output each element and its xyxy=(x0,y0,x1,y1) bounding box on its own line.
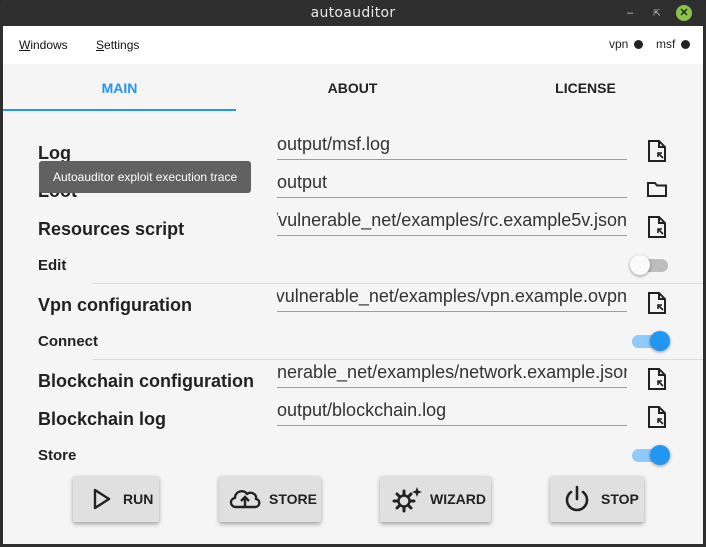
active-tab-indicator xyxy=(3,109,236,111)
blockchain-log-field[interactable]: output/blockchain.log xyxy=(277,396,627,426)
connect-toggle[interactable] xyxy=(630,329,670,353)
tab-main[interactable]: MAIN xyxy=(3,64,236,112)
store-button-label: STORE xyxy=(269,491,317,507)
file-open-icon[interactable] xyxy=(646,405,668,429)
gear-sparkle-icon xyxy=(392,487,422,513)
wizard-button[interactable]: WIZARD xyxy=(380,476,491,522)
blockchain-log-label: Blockchain log xyxy=(38,409,167,429)
maximize-icon[interactable]: ⇱ xyxy=(649,5,665,21)
tab-about[interactable]: ABOUT xyxy=(236,64,469,112)
tab-bar: MAIN ABOUT LICENSE xyxy=(3,64,703,112)
app-client-area: Windows Settings vpn msf MAIN ABOUT LICE… xyxy=(3,26,703,544)
file-open-icon[interactable] xyxy=(646,215,668,239)
file-open-icon[interactable] xyxy=(646,367,668,391)
msf-status-indicator xyxy=(681,40,691,49)
run-button[interactable]: RUN xyxy=(73,476,159,522)
stop-button-label: STOP xyxy=(601,491,639,507)
play-icon xyxy=(93,488,111,510)
loot-field[interactable]: output xyxy=(277,168,627,198)
menu-settings[interactable]: Settings xyxy=(96,38,139,52)
vpn-configuration-field[interactable]: /vulnerable_net/examples/vpn.example.ovp… xyxy=(277,282,627,312)
blockchain-configuration-field[interactable]: nerable_net/examples/network.example.jso… xyxy=(277,358,627,388)
file-open-icon[interactable] xyxy=(646,291,668,315)
log-tooltip: Autoauditor exploit execution trace xyxy=(39,161,251,193)
stop-button[interactable]: STOP xyxy=(550,476,644,522)
wizard-button-label: WIZARD xyxy=(430,491,486,507)
vpn-status: vpn xyxy=(609,37,644,51)
store-button[interactable]: STORE xyxy=(219,476,321,522)
minimize-icon[interactable]: – xyxy=(622,5,638,21)
window-title: autoauditor xyxy=(310,5,396,21)
app-window: autoauditor – ⇱ ✕ Windows Settings vpn m… xyxy=(0,0,706,547)
run-button-label: RUN xyxy=(123,491,154,507)
store-toggle[interactable] xyxy=(630,443,670,467)
blockchain-configuration-label: Blockchain configuration xyxy=(38,371,255,391)
vpn-status-indicator xyxy=(634,40,644,49)
menu-bar: Windows Settings vpn msf xyxy=(3,26,703,64)
tab-license[interactable]: LICENSE xyxy=(469,64,702,112)
resources-script-label: Resources script xyxy=(38,219,185,239)
file-open-icon[interactable] xyxy=(646,139,668,163)
power-icon xyxy=(565,485,589,512)
vpn-configuration-label: Vpn configuration xyxy=(38,295,192,315)
log-field[interactable]: output/msf.log xyxy=(277,130,627,160)
connect-label: Connect xyxy=(38,333,98,350)
title-bar: autoauditor – ⇱ ✕ xyxy=(0,0,706,26)
menu-windows[interactable]: Windows xyxy=(19,38,68,52)
edit-toggle[interactable] xyxy=(630,253,670,277)
folder-icon[interactable] xyxy=(646,177,668,201)
edit-label: Edit xyxy=(38,257,67,274)
cloud-upload-icon xyxy=(229,490,261,509)
msf-status: msf xyxy=(656,37,691,51)
store-label: Store xyxy=(38,447,77,464)
resources-script-field[interactable]: /vulnerable_net/examples/rc.example5v.js… xyxy=(277,206,627,236)
close-icon[interactable]: ✕ xyxy=(676,5,692,21)
